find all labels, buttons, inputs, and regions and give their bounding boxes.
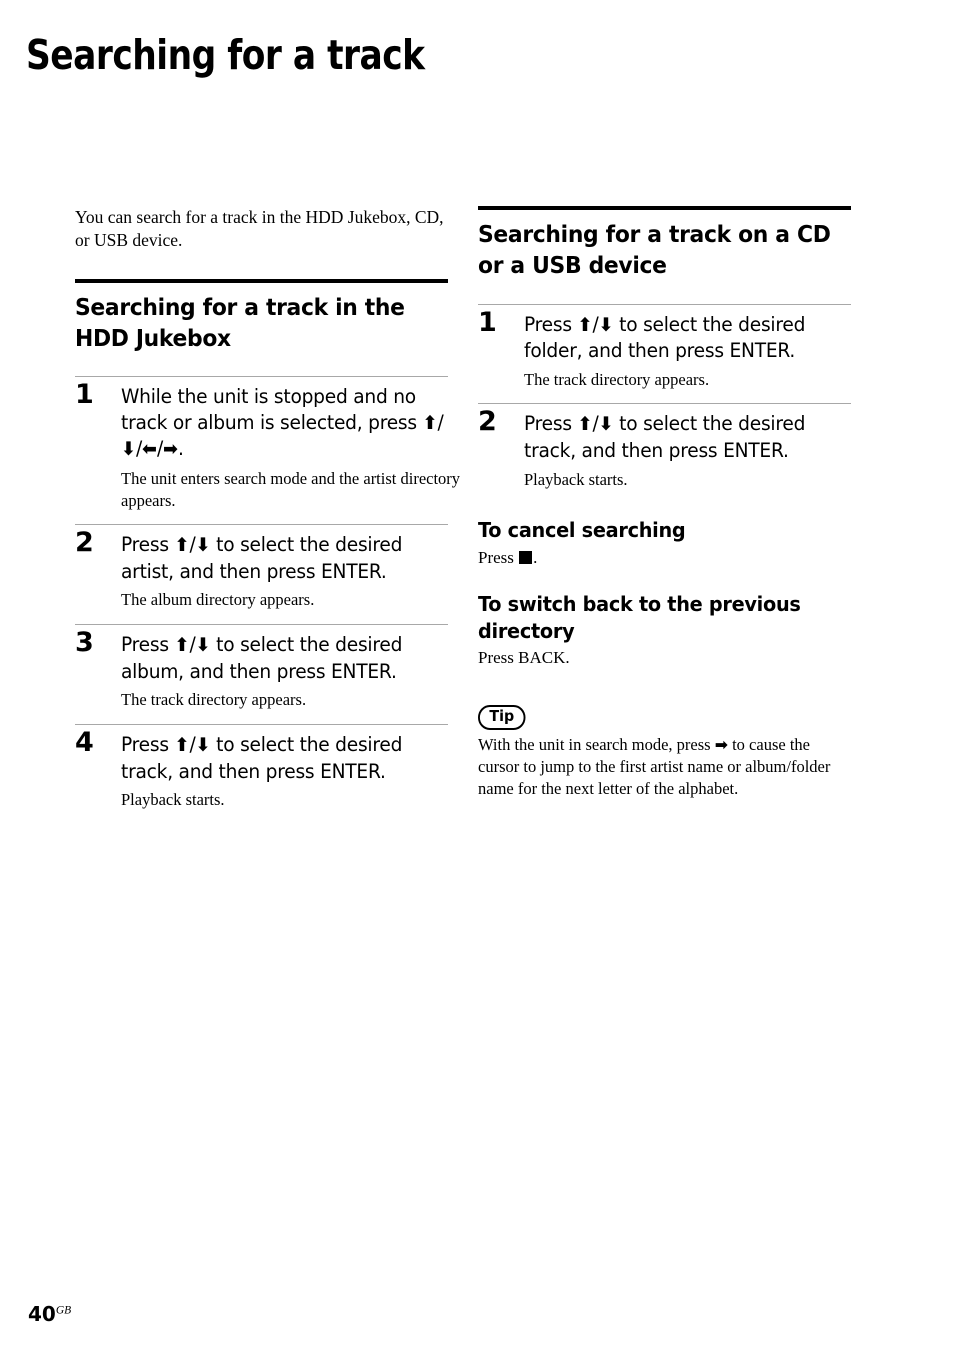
manual-page: Searching for a track You can search for… bbox=[0, 0, 954, 1348]
step-number: 2 bbox=[75, 527, 94, 559]
step-number: 4 bbox=[75, 726, 94, 758]
tip-text-before: With the unit in search mode, press bbox=[478, 734, 715, 754]
subsection-body-cancel: Press . bbox=[478, 547, 851, 569]
section-cd-usb: Searching for a track on a CD or a USB d… bbox=[478, 206, 851, 800]
step-text-after: . bbox=[177, 437, 184, 461]
page-number-suffix: GB bbox=[55, 1304, 72, 1317]
down-arrow-icon: ⬇ bbox=[195, 634, 211, 656]
subheading-cancel-searching: To cancel searching bbox=[478, 518, 686, 543]
intro-paragraph: You can search for a track in the HDD Ju… bbox=[75, 207, 444, 251]
up-arrow-icon: ⬆ bbox=[174, 535, 190, 557]
section-rule bbox=[75, 278, 448, 283]
step-instruction: While the unit is stopped and no track o… bbox=[121, 384, 448, 463]
down-arrow-icon: ⬇ bbox=[598, 414, 614, 436]
section-rule bbox=[478, 206, 851, 210]
right-column: Searching for a track on a CD or a USB d… bbox=[478, 206, 851, 800]
step-number: 1 bbox=[75, 379, 94, 411]
step-instruction: Press ⬆/⬇ to select the desired artist, … bbox=[121, 532, 448, 584]
subheading-switch-back: To switch back to the previous directory bbox=[478, 591, 801, 643]
down-arrow-icon: ⬇ bbox=[195, 734, 211, 756]
step-item: 3 Press ⬆/⬇ to select the desired album,… bbox=[75, 625, 448, 724]
page-number: 40 bbox=[28, 1302, 56, 1326]
step-note: The track directory appears. bbox=[121, 690, 307, 710]
step-note: Playback starts. bbox=[524, 469, 628, 489]
tip-block: Tip With the unit in search mode, press … bbox=[478, 705, 851, 800]
step-text-before: Press bbox=[524, 312, 578, 336]
step-number: 3 bbox=[75, 626, 94, 658]
step-text-before: While the unit is stopped and no track o… bbox=[121, 385, 423, 434]
up-arrow-icon: ⬆ bbox=[174, 634, 190, 656]
step-number: 2 bbox=[478, 406, 497, 438]
step-text-before: Press bbox=[524, 412, 578, 436]
step-note: The track directory appears. bbox=[524, 369, 710, 389]
glyph-separator: / bbox=[437, 410, 444, 434]
sub-body-before: Press bbox=[478, 547, 519, 567]
step-text-before: Press bbox=[121, 533, 175, 557]
stop-square-icon bbox=[519, 550, 533, 564]
step-instruction: Press ⬆/⬇ to select the desired folder, … bbox=[524, 312, 851, 364]
up-arrow-icon: ⬆ bbox=[577, 414, 593, 436]
up-arrow-icon: ⬆ bbox=[174, 734, 190, 756]
down-arrow-icon: ⬇ bbox=[195, 535, 211, 557]
left-column: You can search for a track in the HDD Ju… bbox=[75, 206, 460, 824]
step-instruction: Press ⬆/⬇ to select the desired track, a… bbox=[121, 732, 448, 784]
right-arrow-icon: ➡ bbox=[163, 439, 178, 461]
right-arrow-icon: ➡ bbox=[714, 734, 728, 754]
step-item: 1 While the unit is stopped and no track… bbox=[75, 377, 460, 524]
tip-body: With the unit in search mode, press ➡ to… bbox=[478, 734, 850, 800]
tip-badge: Tip bbox=[478, 705, 526, 730]
subsection-body-switch-back: Press BACK. bbox=[478, 648, 570, 668]
down-arrow-icon: ⬇ bbox=[598, 314, 614, 336]
step-note: Playback starts. bbox=[121, 790, 225, 810]
step-instruction: Press ⬆/⬇ to select the desired album, a… bbox=[121, 632, 448, 684]
step-item: 4 Press ⬆/⬇ to select the desired track,… bbox=[75, 725, 448, 824]
up-arrow-icon: ⬆ bbox=[422, 412, 438, 434]
step-text-before: Press bbox=[121, 632, 175, 656]
step-item: 2 Press ⬆/⬇ to select the desired artist… bbox=[75, 525, 448, 624]
section-heading-cd-usb: Searching for a track on a CD or a USB d… bbox=[478, 220, 831, 280]
section-hdd-jukebox: Searching for a track in the HDD Jukebox… bbox=[75, 278, 460, 824]
step-item: 2 Press ⬆/⬇ to select the desired track,… bbox=[478, 404, 851, 503]
step-instruction: Press ⬆/⬇ to select the desired track, a… bbox=[524, 411, 851, 463]
left-arrow-icon: ⬅ bbox=[142, 439, 157, 461]
down-arrow-icon: ⬇ bbox=[121, 439, 136, 461]
step-text-before: Press bbox=[121, 732, 175, 756]
page-footer: 40GB bbox=[28, 1304, 71, 1324]
step-note: The unit enters search mode and the arti… bbox=[121, 469, 461, 510]
sub-body-after: . bbox=[533, 547, 538, 567]
section-heading-hdd: Searching for a track in the HDD Jukebox bbox=[75, 292, 405, 352]
page-title: Searching for a track bbox=[26, 31, 425, 79]
step-item: 1 Press ⬆/⬇ to select the desired folder… bbox=[478, 305, 851, 404]
up-arrow-icon: ⬆ bbox=[577, 314, 593, 336]
step-note: The album directory appears. bbox=[121, 590, 315, 610]
step-number: 1 bbox=[478, 306, 497, 338]
